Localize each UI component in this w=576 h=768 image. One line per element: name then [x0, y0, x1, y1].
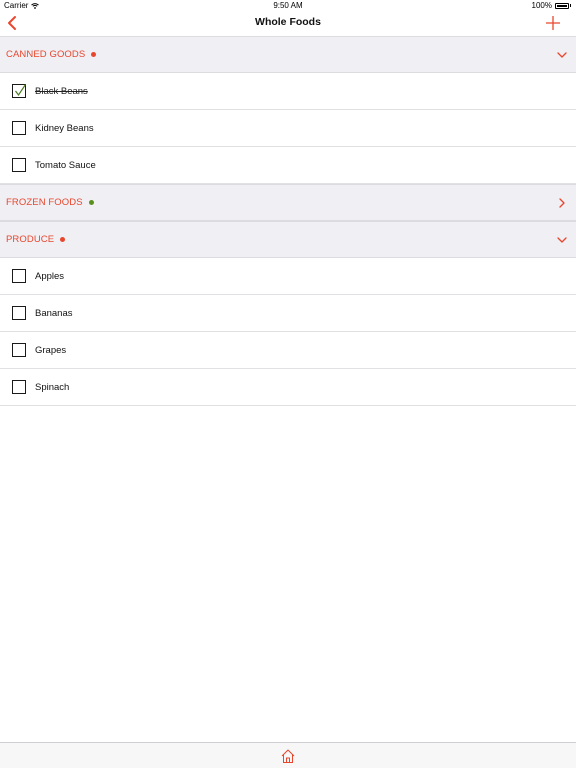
battery-indicator: 100%	[532, 1, 571, 10]
checkmark-icon	[15, 84, 26, 97]
chevron-right-icon[interactable]	[556, 197, 568, 209]
section-header[interactable]: FROZEN FOODS	[0, 184, 576, 221]
battery-icon	[555, 2, 569, 9]
section-title: PRODUCE	[6, 234, 55, 245]
add-plus-icon[interactable]	[545, 15, 561, 31]
list-item[interactable]: Black Beans	[0, 73, 576, 110]
item-name: Bananas	[35, 307, 73, 319]
item-name: Grapes	[35, 344, 67, 356]
section-header[interactable]: CANNED GOODS	[0, 36, 576, 73]
item-name: Kidney Beans	[35, 122, 94, 134]
grocery-list: CANNED GOODS Black Beans Kidney Beans Tomat…	[0, 36, 576, 406]
item-checkbox[interactable]	[12, 269, 26, 283]
status-time: 9:50 AM	[273, 1, 303, 10]
list-item[interactable]: Apples	[0, 258, 576, 295]
section-status-dot	[60, 237, 66, 242]
home-icon[interactable]	[280, 748, 296, 764]
bottom-toolbar	[0, 742, 576, 768]
list-item[interactable]: Spinach	[0, 369, 576, 406]
item-name: Black Beans	[35, 85, 88, 97]
section-header[interactable]: PRODUCE	[0, 221, 576, 258]
list-item[interactable]: Tomato Sauce	[0, 147, 576, 184]
list-item[interactable]: Kidney Beans	[0, 110, 576, 147]
item-checkbox[interactable]	[12, 84, 26, 98]
chevron-down-icon[interactable]	[556, 49, 568, 61]
item-name: Spinach	[35, 381, 70, 393]
navigation-bar: Whole Foods	[0, 12, 576, 36]
item-checkbox[interactable]	[12, 158, 26, 172]
section-title: FROZEN FOODS	[6, 197, 83, 208]
status-bar: Carrier 9:50 AM 100%	[0, 0, 576, 12]
item-name: Tomato Sauce	[35, 159, 96, 171]
chevron-down-icon[interactable]	[556, 234, 568, 246]
battery-percent: 100%	[531, 1, 552, 10]
list-item[interactable]: Grapes	[0, 332, 576, 369]
page-title: Whole Foods	[255, 16, 321, 28]
item-checkbox[interactable]	[12, 380, 26, 394]
section-status-dot	[88, 200, 94, 205]
item-checkbox[interactable]	[12, 306, 26, 320]
list-item[interactable]: Bananas	[0, 295, 576, 332]
item-name: Apples	[35, 270, 65, 282]
section-title: CANNED GOODS	[6, 49, 86, 60]
section-status-dot	[91, 52, 97, 57]
item-checkbox[interactable]	[12, 121, 26, 135]
item-checkbox[interactable]	[12, 343, 26, 357]
